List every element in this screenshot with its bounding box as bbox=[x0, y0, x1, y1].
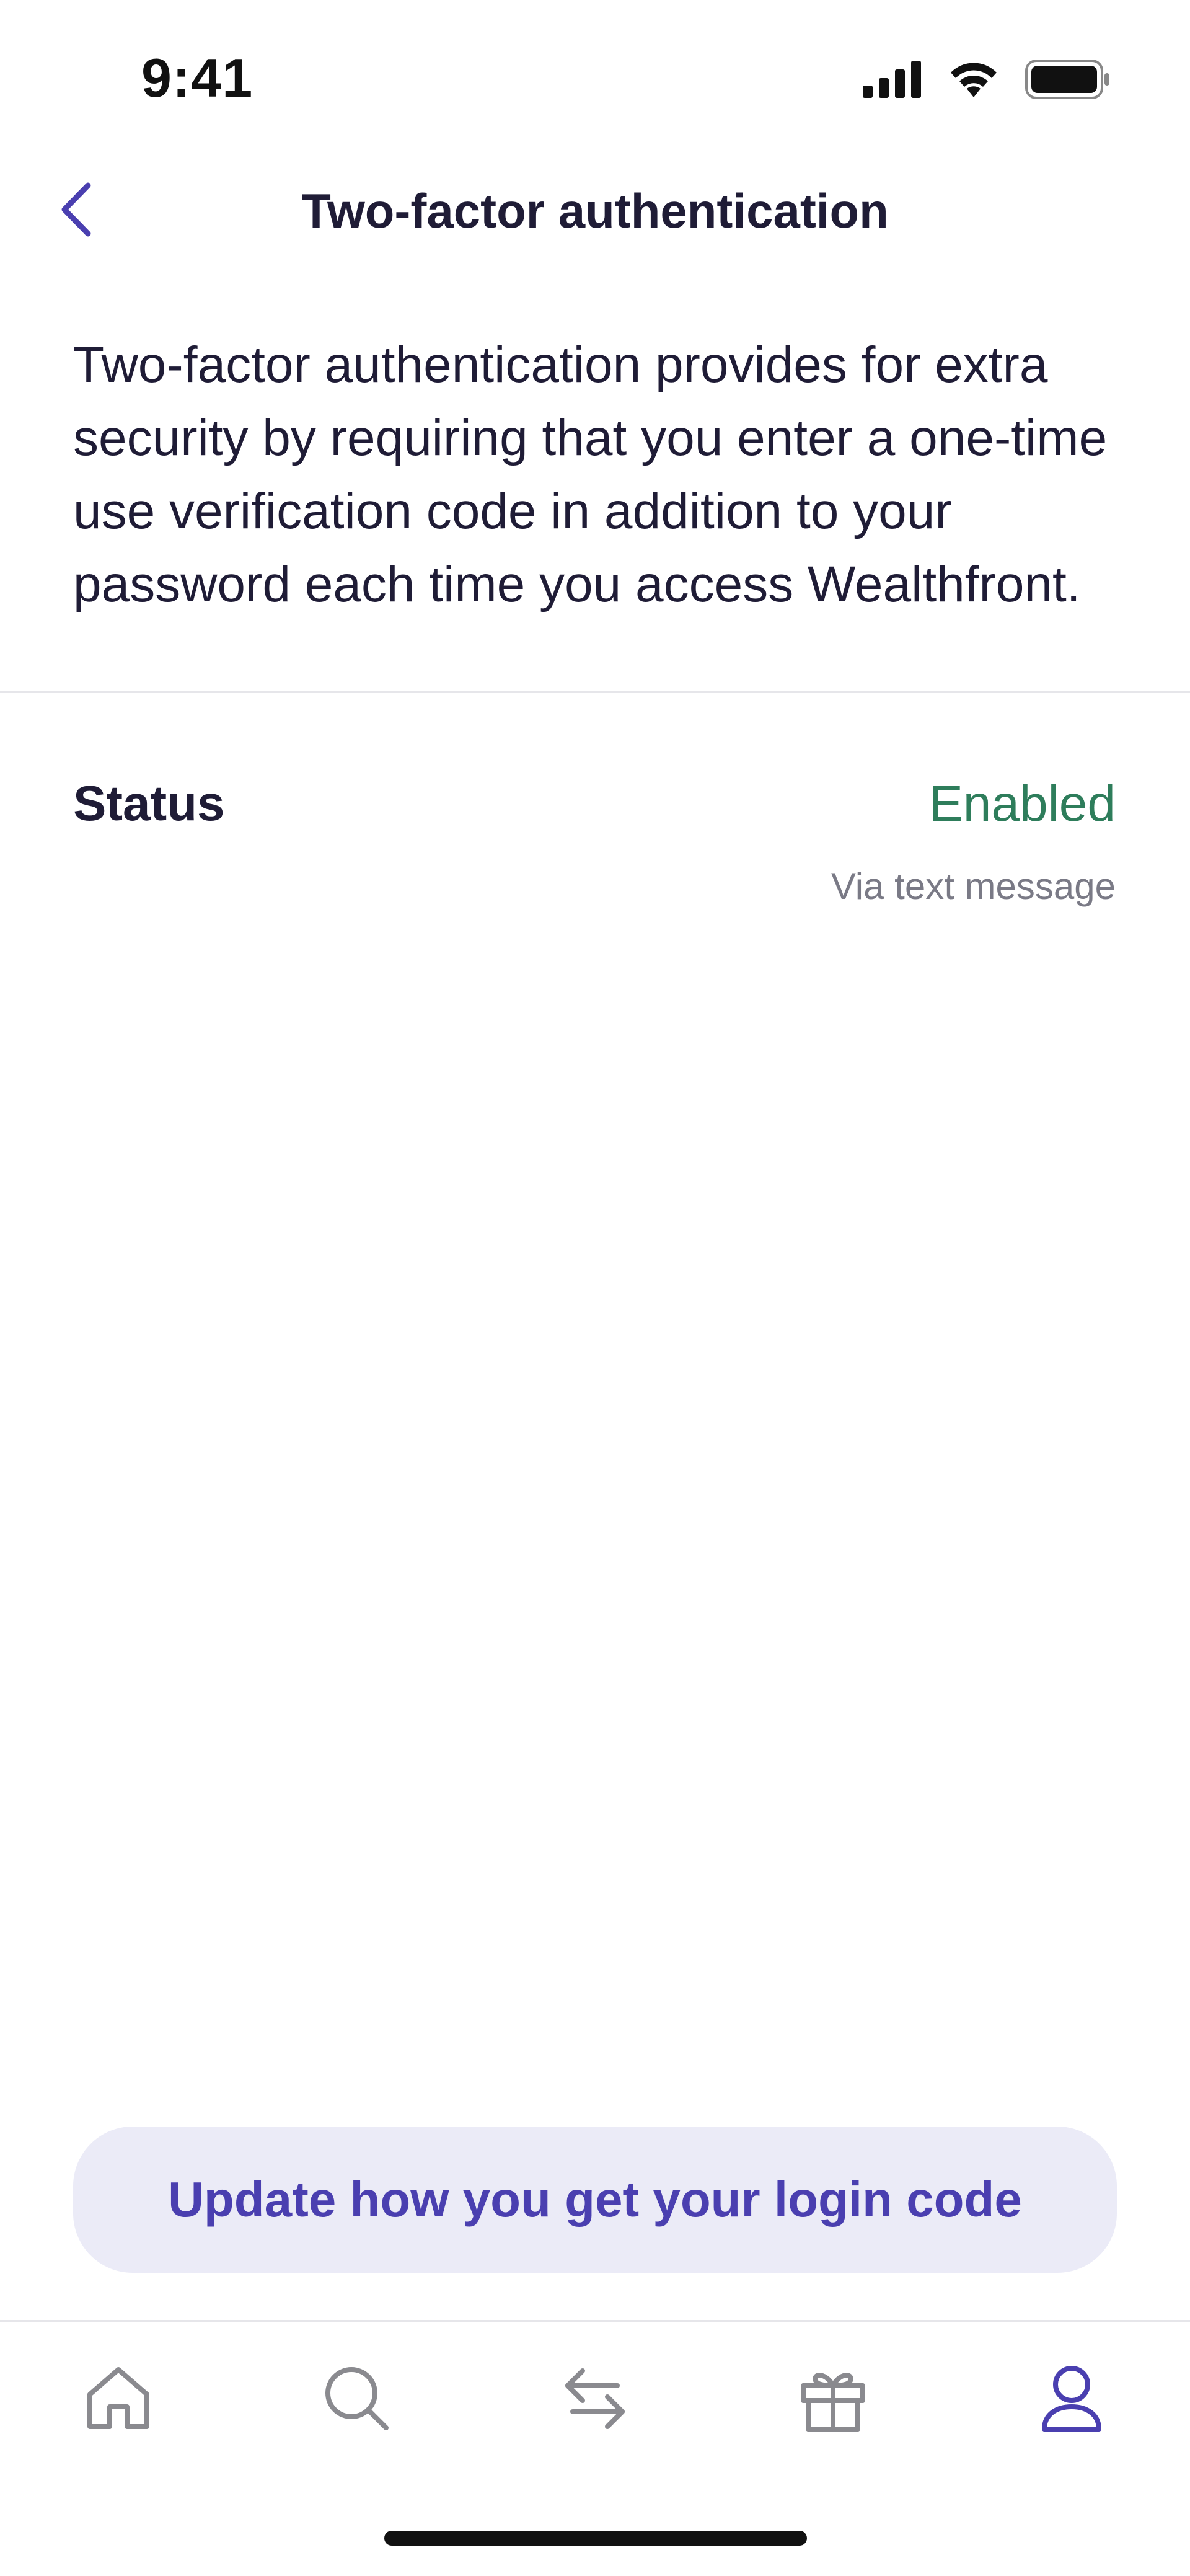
nav-item-home[interactable] bbox=[75, 2356, 162, 2443]
description-text: Two-factor authentication provides for e… bbox=[73, 337, 1108, 613]
nav-item-transfer[interactable] bbox=[552, 2356, 638, 2443]
transfer-arrows-icon bbox=[558, 2361, 632, 2438]
home-indicator[interactable] bbox=[384, 2531, 807, 2546]
gift-icon bbox=[796, 2361, 870, 2438]
search-icon bbox=[319, 2361, 394, 2438]
status-label: Status bbox=[73, 776, 225, 831]
battery-icon bbox=[1025, 59, 1111, 102]
status-time: 9:41 bbox=[141, 47, 253, 108]
wifi-icon bbox=[947, 60, 1000, 102]
status-icons bbox=[863, 59, 1111, 102]
bottom-nav bbox=[0, 2322, 1190, 2471]
home-icon bbox=[81, 2361, 156, 2438]
update-login-code-button[interactable]: Update how you get your login code bbox=[73, 2127, 1117, 2273]
header: Two-factor authentication bbox=[0, 149, 1190, 273]
status-value: Enabled bbox=[929, 776, 1116, 832]
divider bbox=[0, 691, 1190, 693]
nav-item-profile[interactable] bbox=[1028, 2356, 1115, 2443]
status-method: Via text message bbox=[831, 865, 1116, 907]
nav-item-search[interactable] bbox=[313, 2356, 400, 2443]
cellular-signal-icon bbox=[863, 60, 922, 101]
profile-icon bbox=[1034, 2361, 1109, 2438]
nav-item-rewards[interactable] bbox=[790, 2356, 876, 2443]
page-title: Two-factor authentication bbox=[301, 183, 889, 238]
status-bar: 9:41 bbox=[0, 0, 1190, 149]
